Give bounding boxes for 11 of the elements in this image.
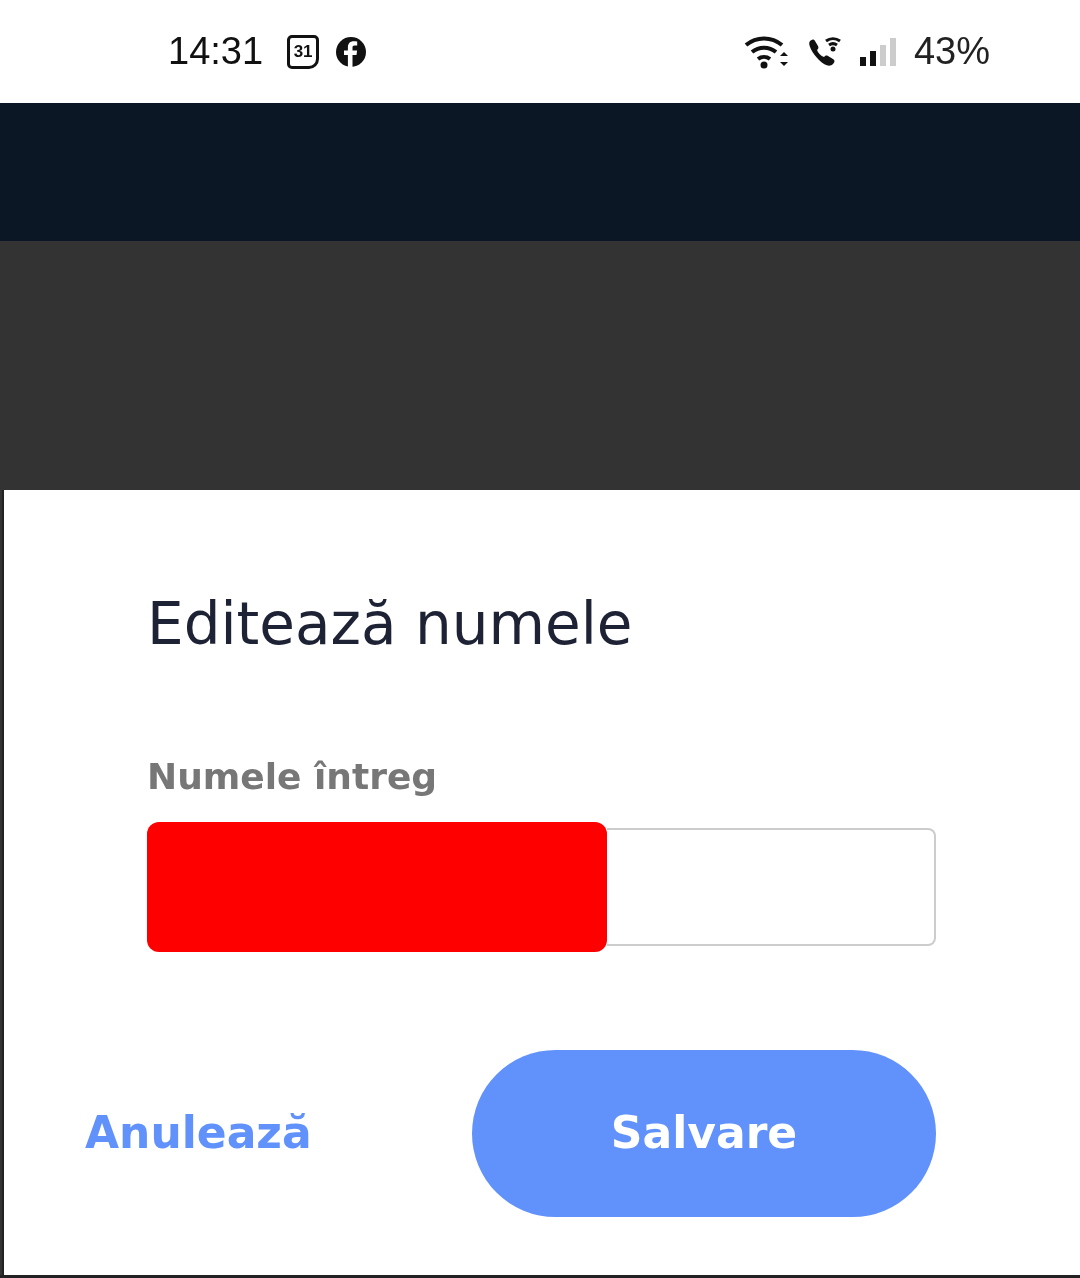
signal-icon — [857, 36, 898, 67]
save-button[interactable]: Salvare — [472, 1049, 936, 1217]
dialog-title: Editează numele — [147, 590, 634, 660]
field-label: Numele întreg — [147, 754, 439, 799]
calendar-icon: 31 — [287, 34, 320, 69]
battery-percentage: 43% — [913, 29, 990, 74]
social-app-icon — [335, 35, 368, 68]
wifi-icon — [743, 33, 790, 70]
clock: 14:31 — [168, 29, 264, 74]
input-field[interactable] — [607, 827, 936, 946]
cancel-button[interactable]: Anulează — [85, 1100, 312, 1167]
